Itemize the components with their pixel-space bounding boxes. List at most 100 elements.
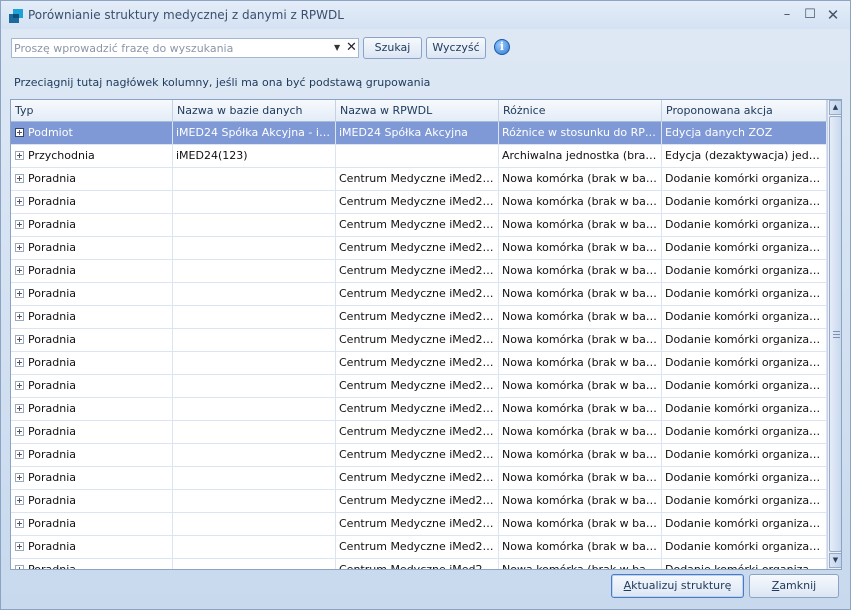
cell-rpwdl-name[interactable]: Centrum Medyczne iMed24 - Poradnia — [336, 490, 499, 512]
column-header-db-name[interactable]: Nazwa w bazie danych — [173, 100, 336, 122]
cell-differences[interactable]: Nowa komórka (brak w bazie danych) — [499, 513, 662, 535]
cell-rpwdl-name[interactable]: Centrum Medyczne iMed24 - Poradnia — [336, 444, 499, 466]
table-row[interactable]: Poradnia Centrum Medyczne iMed24 - Poradn… — [11, 559, 827, 569]
cell-proposed-action[interactable]: Edycja (dezaktywacja) jednostki — [662, 145, 827, 167]
table-row[interactable]: Poradnia Centrum Medyczne iMed24 - Poradn… — [11, 375, 827, 398]
table-row[interactable]: Poradnia Centrum Medyczne iMed24 - Poradn… — [11, 283, 827, 306]
cell-rpwdl-name[interactable]: Centrum Medyczne iMed24 - Poradnia — [336, 283, 499, 305]
cell-rpwdl-name[interactable]: Centrum Medyczne iMed24 - Poradnia — [336, 306, 499, 328]
cell-db-name[interactable] — [173, 467, 336, 489]
cell-type[interactable]: Poradnia — [11, 398, 173, 420]
cell-type[interactable]: Poradnia — [11, 444, 173, 466]
cell-db-name[interactable] — [173, 168, 336, 190]
expander-icon[interactable] — [15, 357, 24, 367]
cell-type[interactable]: Poradnia — [11, 168, 173, 190]
cell-differences[interactable]: Nowa komórka (brak w bazie danych) — [499, 375, 662, 397]
cell-differences[interactable]: Nowa komórka (brak w bazie danych) — [499, 191, 662, 213]
cell-differences[interactable]: Nowa komórka (brak w bazie danych) — [499, 214, 662, 236]
expander-icon[interactable] — [15, 288, 24, 298]
table-row[interactable]: Poradnia Centrum Medyczne iMed24 - Poradn… — [11, 306, 827, 329]
table-row[interactable]: Poradnia Centrum Medyczne iMed24 - Oddzia… — [11, 329, 827, 352]
cell-proposed-action[interactable]: Dodanie komórki organizacyjnej — [662, 513, 827, 535]
cell-type[interactable]: Przychodnia — [11, 145, 173, 167]
cell-proposed-action[interactable]: Dodanie komórki organizacyjnej — [662, 214, 827, 236]
cell-differences[interactable]: Archiwalna jednostka (brak w RPWDL) — [499, 145, 662, 167]
close-button[interactable]: Zamknij — [749, 574, 839, 598]
cell-type[interactable]: Poradnia — [11, 375, 173, 397]
dropdown-arrow-icon[interactable]: ▼ — [334, 41, 340, 55]
table-row[interactable]: Poradnia Centrum Medyczne iMed24 - Poradn… — [11, 513, 827, 536]
expander-icon[interactable] — [15, 472, 24, 482]
minimize-button[interactable]: – — [777, 6, 797, 24]
table-row[interactable]: Poradnia Centrum Medyczne iMed24 - Poradn… — [11, 490, 827, 513]
table-row[interactable]: Poradnia Centrum Medyczne iMed24 - Poradn… — [11, 168, 827, 191]
table-row[interactable]: Poradnia Centrum Medyczne iMed24 - Poradn… — [11, 398, 827, 421]
cell-proposed-action[interactable]: Dodanie komórki organizacyjnej — [662, 329, 827, 351]
expander-icon[interactable] — [15, 242, 24, 252]
expander-icon[interactable] — [15, 403, 24, 413]
cell-proposed-action[interactable]: Dodanie komórki organizacyjnej — [662, 421, 827, 443]
cell-proposed-action[interactable]: Dodanie komórki organizacyjnej — [662, 283, 827, 305]
cell-proposed-action[interactable]: Dodanie komórki organizacyjnej — [662, 559, 827, 569]
cell-db-name[interactable] — [173, 536, 336, 558]
cell-db-name[interactable] — [173, 283, 336, 305]
column-header-proposed-action[interactable]: Proponowana akcja — [662, 100, 827, 122]
cell-db-name[interactable] — [173, 444, 336, 466]
cell-rpwdl-name[interactable] — [336, 145, 499, 167]
cell-db-name[interactable] — [173, 421, 336, 443]
cell-differences[interactable]: Nowa komórka (brak w bazie danych) — [499, 444, 662, 466]
cell-type[interactable]: Poradnia — [11, 513, 173, 535]
cell-proposed-action[interactable]: Dodanie komórki organizacyjnej — [662, 237, 827, 259]
column-header-differences[interactable]: Różnice — [499, 100, 662, 122]
expander-icon[interactable] — [15, 518, 24, 528]
table-row[interactable]: Podmiot iMED24 Spółka Akcyjna - iMED24 Sp… — [11, 122, 827, 145]
search-button[interactable]: Szukaj — [363, 37, 422, 59]
title-bar[interactable]: Porównianie struktury medycznej z danymi… — [1, 1, 850, 29]
cell-proposed-action[interactable]: Dodanie komórki organizacyjnej — [662, 168, 827, 190]
cell-proposed-action[interactable]: Dodanie komórki organizacyjnej — [662, 260, 827, 282]
cell-differences[interactable]: Nowa komórka (brak w bazie danych) — [499, 260, 662, 282]
cell-rpwdl-name[interactable]: Centrum Medyczne iMed24 - Poradnia — [336, 214, 499, 236]
cell-type[interactable]: Podmiot — [11, 122, 173, 144]
scroll-thumb[interactable] — [829, 116, 841, 552]
cell-proposed-action[interactable]: Dodanie komórki organizacyjnej — [662, 375, 827, 397]
clear-button[interactable]: Wyczyść — [426, 37, 486, 59]
cell-differences[interactable]: Nowa komórka (brak w bazie danych) — [499, 467, 662, 489]
cell-differences[interactable]: Nowa komórka (brak w bazie danych) — [499, 421, 662, 443]
vertical-scrollbar[interactable]: ▲ ▼ — [827, 100, 841, 569]
cell-differences[interactable]: Nowa komórka (brak w bazie danych) — [499, 237, 662, 259]
cell-proposed-action[interactable]: Edycja danych ZOZ — [662, 122, 827, 144]
cell-differences[interactable]: Nowa komórka (brak w bazie danych) — [499, 352, 662, 374]
cell-type[interactable]: Poradnia — [11, 536, 173, 558]
expander-icon[interactable] — [15, 150, 24, 160]
table-row[interactable]: Poradnia Centrum Medyczne iMed24 - Poradn… — [11, 536, 827, 559]
expander-icon[interactable] — [15, 127, 24, 137]
cell-differences[interactable]: Różnice w stosunku do RPWDL — [499, 122, 662, 144]
cell-db-name[interactable] — [173, 398, 336, 420]
update-structure-button[interactable]: Aktualizuj strukturę — [611, 574, 744, 598]
cell-proposed-action[interactable]: Dodanie komórki organizacyjnej — [662, 490, 827, 512]
cell-type[interactable]: Poradnia — [11, 283, 173, 305]
table-row[interactable]: Poradnia Centrum Medyczne iMed24 - Poradn… — [11, 237, 827, 260]
group-panel-hint[interactable]: Przeciągnij tutaj nagłówek kolumny, jeśl… — [14, 76, 430, 89]
cell-type[interactable]: Poradnia — [11, 191, 173, 213]
table-row[interactable]: Przychodnia iMED24(123) Archiwalna jednost… — [11, 145, 827, 168]
cell-rpwdl-name[interactable]: Centrum Medyczne iMed24 - Poradnia — [336, 237, 499, 259]
cell-differences[interactable]: Nowa komórka (brak w bazie danych) — [499, 536, 662, 558]
table-row[interactable]: Poradnia Centrum Medyczne iMed24 - Poradn… — [11, 214, 827, 237]
cell-differences[interactable]: Nowa komórka (brak w bazie danych) — [499, 559, 662, 569]
cell-rpwdl-name[interactable]: Centrum Medyczne iMed24 - Poradnia — [336, 467, 499, 489]
expander-icon[interactable] — [15, 380, 24, 390]
cell-rpwdl-name[interactable]: Centrum Medyczne iMed24 - Poradnia — [336, 559, 499, 569]
cell-differences[interactable]: Nowa komórka (brak w bazie danych) — [499, 168, 662, 190]
expander-icon[interactable] — [15, 495, 24, 505]
cell-db-name[interactable] — [173, 490, 336, 512]
cell-differences[interactable]: Nowa komórka (brak w bazie danych) — [499, 398, 662, 420]
cell-differences[interactable]: Nowa komórka (brak w bazie danych) — [499, 490, 662, 512]
close-window-button[interactable]: ✕ — [823, 6, 843, 24]
cell-proposed-action[interactable]: Dodanie komórki organizacyjnej — [662, 398, 827, 420]
cell-db-name[interactable] — [173, 306, 336, 328]
expander-icon[interactable] — [15, 426, 24, 436]
cell-proposed-action[interactable]: Dodanie komórki organizacyjnej — [662, 352, 827, 374]
cell-differences[interactable]: Nowa komórka (brak w bazie danych) — [499, 283, 662, 305]
